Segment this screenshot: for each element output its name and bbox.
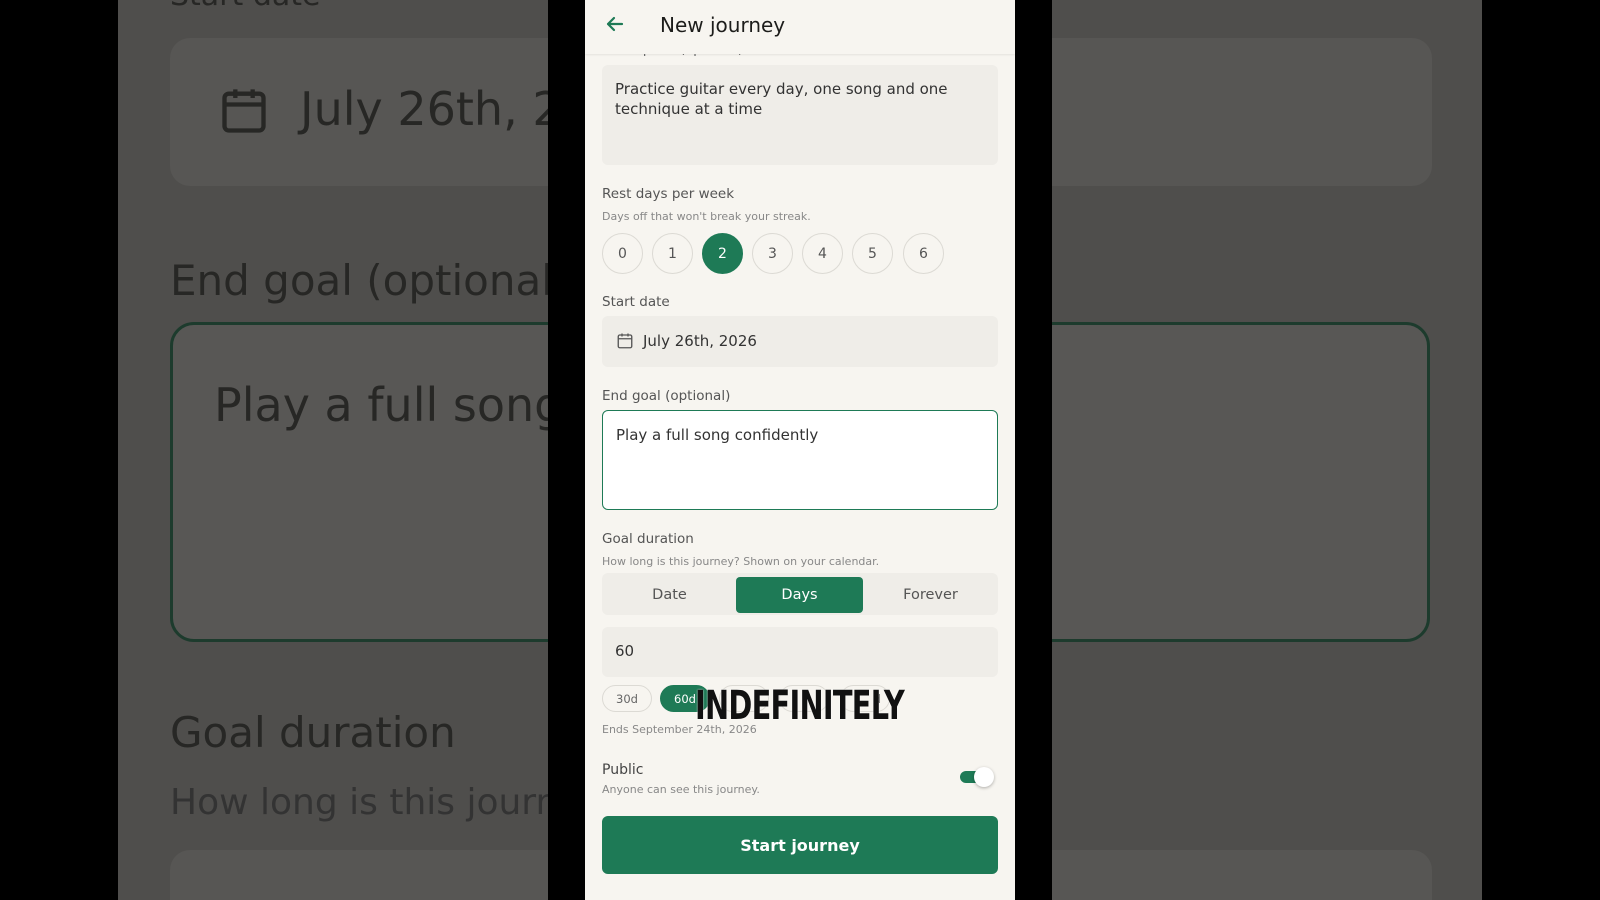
bg-right-date-field <box>1052 38 1432 186</box>
start-journey-button[interactable]: Start journey <box>602 816 998 874</box>
public-toggle[interactable] <box>960 767 994 787</box>
app-bar: New journey <box>585 0 1015 54</box>
rest-days-hint: Days off that won't break your streak. <box>602 210 811 223</box>
bg-start-date-label: Start date <box>170 0 320 13</box>
rest-day-option-3[interactable]: 3 <box>752 233 793 274</box>
calendar-icon <box>617 333 633 349</box>
days-input[interactable]: 60 <box>602 627 998 677</box>
rest-day-option-1[interactable]: 1 <box>652 233 693 274</box>
bg-segment <box>170 850 548 900</box>
rest-day-option-4[interactable]: 4 <box>802 233 843 274</box>
toggle-knob <box>974 767 994 787</box>
background-right-panel <box>1052 0 1482 900</box>
page-title: New journey <box>660 13 786 37</box>
goal-duration-segmented-control: Date Days Forever <box>602 573 998 615</box>
video-caption: INDEFINITELY <box>695 683 905 729</box>
bg-hint-text: How long is this journe <box>170 782 548 823</box>
start-date-field[interactable]: July 26th, 2026 <box>602 316 998 367</box>
back-arrow-icon[interactable] <box>603 12 627 36</box>
rest-day-option-0[interactable]: 0 <box>602 233 643 274</box>
bg-calendar-icon <box>222 89 266 133</box>
chip-30d[interactable]: 30d <box>602 685 652 712</box>
rest-day-option-2[interactable]: 2 <box>702 233 743 274</box>
phone-screen: Description (optional) Practice guitar e… <box>585 0 1015 900</box>
end-goal-label: End goal (optional) <box>602 388 731 404</box>
rest-day-option-6[interactable]: 6 <box>903 233 944 274</box>
bg-right-segment <box>1052 850 1432 900</box>
bg-goal-text: Play a full song <box>214 378 548 432</box>
bg-date-text: July 26th, 2 <box>300 82 548 136</box>
bg-right-goal-box <box>1052 322 1430 642</box>
public-label: Public <box>602 762 644 778</box>
public-hint: Anyone can see this journey. <box>602 783 760 796</box>
start-date-label: Start date <box>602 294 670 310</box>
bg-goal-duration-label: Goal duration <box>170 708 456 757</box>
start-date-value: July 26th, 2026 <box>643 332 757 350</box>
goal-duration-hint: How long is this journey? Shown on your … <box>602 555 880 568</box>
background-left-panel: Start date July 26th, 2 End goal (option… <box>118 0 548 900</box>
rest-day-option-5[interactable]: 5 <box>852 233 893 274</box>
tab-days[interactable]: Days <box>736 577 863 613</box>
description-field[interactable]: Practice guitar every day, one song and … <box>602 65 998 165</box>
end-goal-field[interactable]: Play a full song confidently <box>602 410 998 510</box>
bg-goal-box <box>170 322 548 642</box>
bg-end-goal-label: End goal (optional <box>170 256 548 305</box>
tab-forever[interactable]: Forever <box>867 577 994 613</box>
rest-days-label: Rest days per week <box>602 186 735 202</box>
tab-date[interactable]: Date <box>606 577 733 613</box>
goal-duration-label: Goal duration <box>602 531 694 547</box>
